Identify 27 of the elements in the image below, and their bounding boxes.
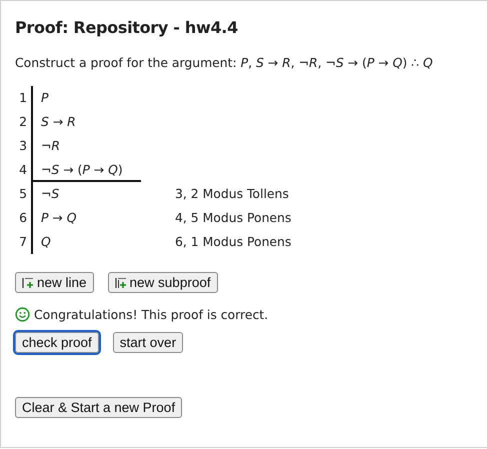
formula-text: P → Q <box>41 210 77 225</box>
line-number: 4 <box>18 161 28 179</box>
line-number: 2 <box>18 113 28 131</box>
check-proof-button[interactable]: check proof <box>15 332 99 353</box>
justification-text: 4, 5 Modus Ponens <box>175 209 292 227</box>
line-number: 7 <box>18 233 28 251</box>
line-number: 5 <box>18 185 28 203</box>
start-over-button[interactable]: start over <box>112 332 184 353</box>
result-message: Congratulations! This proof is correct. <box>34 307 268 322</box>
add-line-icon <box>22 276 34 288</box>
formula-text: ¬S <box>41 186 60 201</box>
add-line-icon <box>114 276 127 288</box>
page-title: Proof: Repository - hw4.4 <box>15 18 239 37</box>
line-number: 6 <box>18 209 28 227</box>
justification-text: 6, 1 Modus Ponens <box>175 233 292 251</box>
line-number: 1 <box>18 89 28 107</box>
formula-text: Q <box>41 234 51 249</box>
clear-button[interactable]: Clear & Start a new Proof <box>15 397 182 418</box>
formula-text: P <box>41 90 48 105</box>
new-subproof-button[interactable]: new subproof <box>108 272 218 293</box>
justification-text: 3, 2 Modus Tollens <box>175 185 289 203</box>
formula-text: S → R <box>41 114 76 129</box>
argument-text: Construct a proof for the argument: P, S → R, ¬R, ¬S → (P → Q) ∴ Q <box>15 55 434 70</box>
new-line-button[interactable]: new line <box>15 272 94 293</box>
formula-text: ¬S → (P → Q) <box>41 162 123 177</box>
line-number: 3 <box>18 137 28 155</box>
formula-text: ¬R <box>41 138 60 153</box>
